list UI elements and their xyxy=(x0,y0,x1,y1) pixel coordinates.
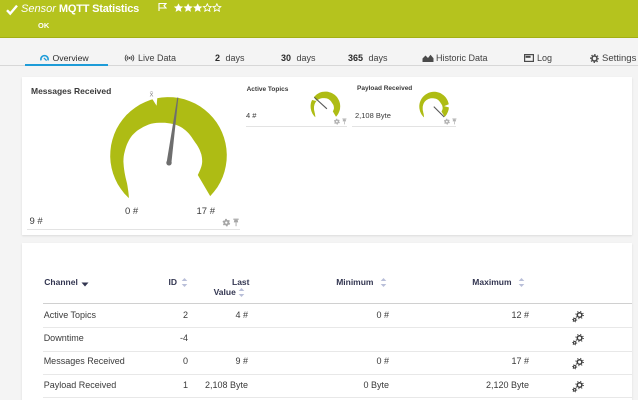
svg-text:x̄: x̄ xyxy=(150,90,154,99)
